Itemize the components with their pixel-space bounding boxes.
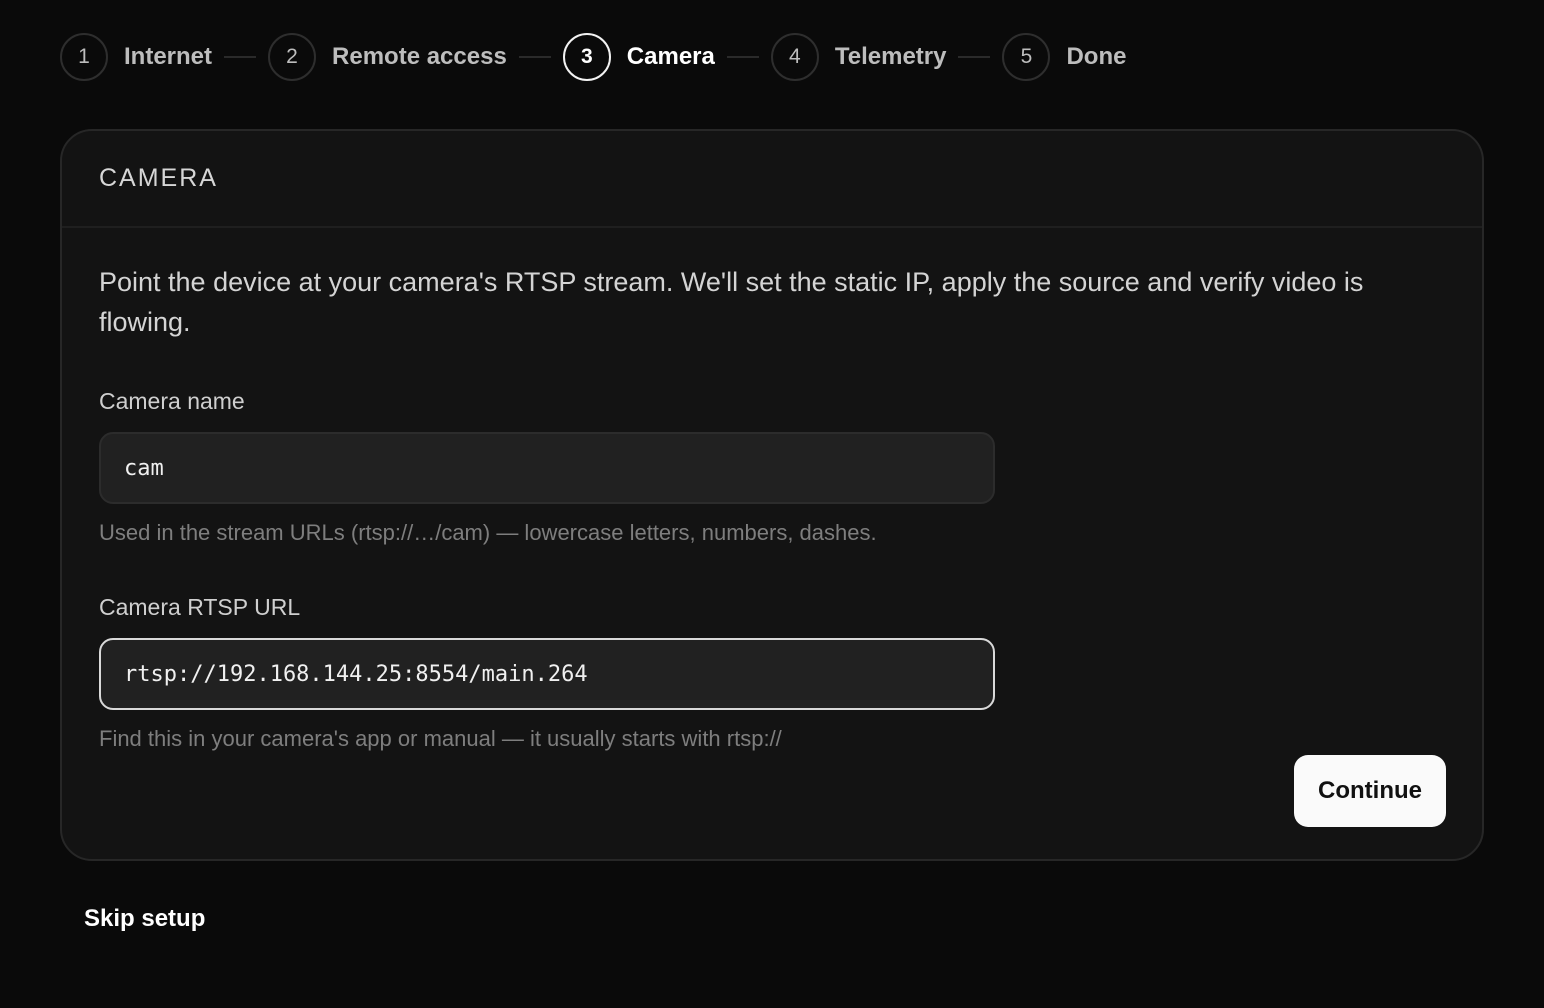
rtsp-url-hint: Find this in your camera's app or manual… (99, 726, 782, 751)
continue-button[interactable]: Continue (1294, 755, 1446, 827)
step-done[interactable]: 5 Done (1002, 33, 1126, 81)
step-separator (518, 56, 551, 58)
setup-stepper: 1 Internet 2 Remote access 3 Camera 4 Te… (60, 32, 1126, 82)
rtsp-url-value: rtsp://192.168.144.25:8554/main.264 (124, 661, 588, 687)
step-remote-access[interactable]: 2 Remote access (268, 33, 507, 81)
rtsp-url-input[interactable]: rtsp://192.168.144.25:8554/main.264 (99, 638, 995, 710)
step-label: Camera (626, 43, 715, 70)
step-number: 2 (268, 33, 317, 81)
step-camera[interactable]: 3 Camera (562, 33, 715, 81)
step-number: 5 (1002, 33, 1051, 81)
step-internet[interactable]: 1 Internet (60, 33, 212, 81)
camera-name-value: cam (124, 455, 164, 481)
step-label: Telemetry (834, 43, 947, 70)
step-label: Internet (124, 43, 213, 70)
step-number: 3 (562, 33, 611, 81)
camera-name-label: Camera name (99, 388, 245, 414)
skip-setup-link[interactable]: Skip setup (84, 905, 205, 933)
step-separator (958, 56, 991, 58)
camera-name-hint: Used in the stream URLs (rtsp://…/cam) —… (99, 520, 877, 545)
card-title: CAMERA (99, 164, 218, 192)
step-number: 4 (770, 33, 819, 81)
step-separator (726, 56, 759, 58)
step-separator (224, 56, 257, 58)
step-number: 1 (60, 33, 108, 81)
step-telemetry[interactable]: 4 Telemetry (770, 33, 947, 81)
card-header: CAMERA (62, 131, 1482, 228)
step-label: Done (1066, 43, 1127, 70)
intro-text: Point the device at your camera's RTSP s… (99, 267, 1364, 337)
camera-name-input[interactable]: cam (99, 432, 995, 504)
card-body: Point the device at your camera's RTSP s… (62, 228, 1482, 859)
camera-card: CAMERA Point the device at your camera's… (60, 129, 1484, 861)
rtsp-url-label: Camera RTSP URL (99, 594, 301, 620)
step-label: Remote access (332, 43, 507, 70)
